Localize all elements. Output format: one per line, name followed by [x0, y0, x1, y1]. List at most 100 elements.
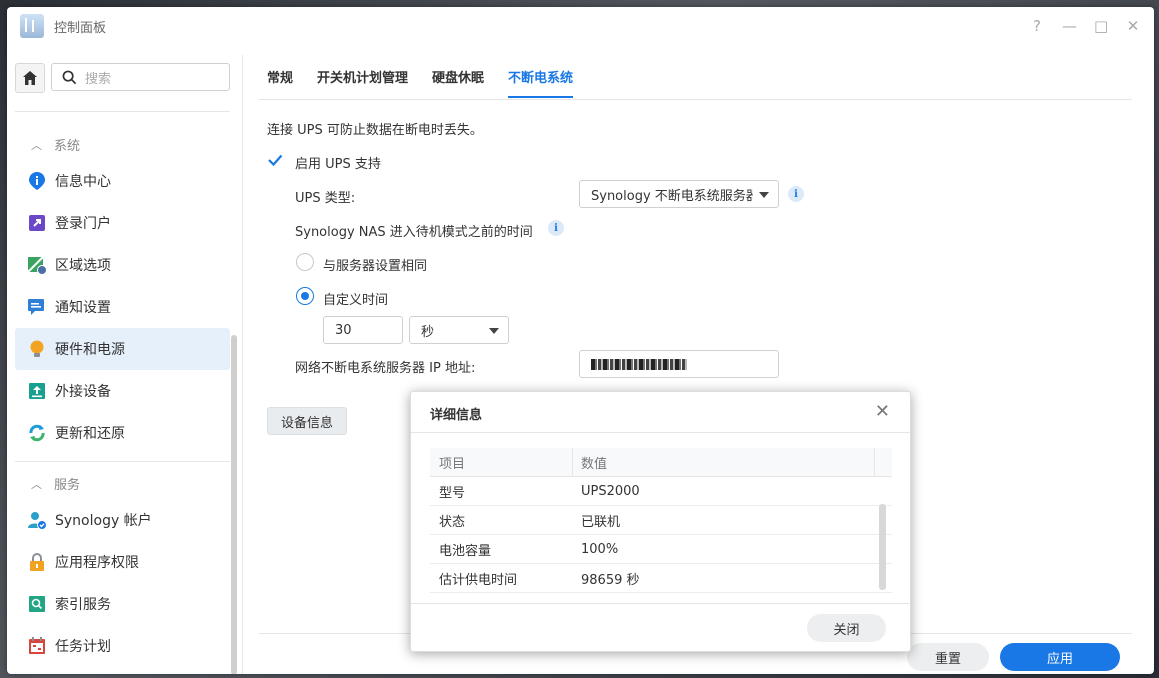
- close-icon[interactable]: ✕: [1126, 17, 1140, 35]
- sidebar-item-label: 区域选项: [55, 258, 111, 274]
- sidebar: 搜索 ︿ 系统 信息中心 登录门户 区域选项 通知设置 硬件和电源 外接设备 更…: [7, 55, 243, 674]
- details-table: 项目 数值 型号 UPS2000 状态 已联机 电池容量 100% 估计供电时间…: [430, 448, 892, 593]
- region-map-icon: [27, 256, 47, 275]
- standby-info-icon[interactable]: i: [548, 220, 564, 236]
- close-icon[interactable]: ✕: [875, 401, 890, 422]
- chevron-down-icon: [489, 328, 499, 334]
- home-button[interactable]: [15, 63, 45, 93]
- group-header-services[interactable]: ︿ 服务: [31, 474, 80, 494]
- sidebar-item-label: 通知设置: [55, 300, 111, 316]
- option-same-label: 与服务器设置相同: [323, 259, 428, 274]
- ups-description: 连接 UPS 可防止数据在断电时丢失。: [267, 123, 483, 138]
- tab-hdd-hibernation[interactable]: 硬盘休眠: [432, 67, 484, 98]
- sidebar-item-notification[interactable]: 通知设置: [15, 286, 230, 328]
- option-custom-label: 自定义时间: [323, 293, 389, 308]
- group-label: 系统: [54, 139, 81, 154]
- details-dialog: 详细信息 ✕ 项目 数值 型号 UPS2000 状态 已联机 电池容量 100%…: [410, 391, 911, 652]
- sidebar-item-external-devices[interactable]: 外接设备: [15, 370, 230, 412]
- lightbulb-icon: [30, 340, 44, 357]
- table-row: 电池容量 100%: [430, 535, 892, 564]
- sidebar-item-label: 索引服务: [55, 597, 111, 613]
- upload-device-icon: [29, 383, 45, 399]
- row-value: 已联机: [581, 514, 621, 530]
- tab-bar: 常规 开关机计划管理 硬盘休眠 不断电系统: [267, 67, 574, 98]
- sidebar-item-synology-account[interactable]: Synology 帐户: [15, 499, 230, 541]
- reset-button[interactable]: 重置: [907, 643, 989, 671]
- chevron-up-icon: ︿: [31, 477, 42, 491]
- tab-divider: [259, 99, 1132, 100]
- custom-time-input[interactable]: 30: [323, 316, 403, 344]
- dialog-footer-divider: [411, 603, 910, 604]
- row-value: UPS2000: [581, 483, 640, 499]
- server-ip-label: 网络不断电系统服务器 IP 地址:: [295, 361, 476, 376]
- lock-icon: [30, 553, 44, 571]
- chevron-up-icon: ︿: [31, 138, 42, 152]
- sidebar-item-info-center[interactable]: 信息中心: [15, 160, 230, 202]
- dialog-close-button[interactable]: 关闭: [807, 614, 886, 642]
- ups-type-select[interactable]: Synology 不断电系统服务器: [579, 180, 779, 208]
- row-item: 型号: [439, 485, 466, 501]
- sidebar-item-label: Synology 帐户: [55, 513, 152, 529]
- ups-type-value: Synology 不断电系统服务器: [591, 188, 753, 204]
- column-header-item: 项目: [430, 448, 573, 476]
- tab-general[interactable]: 常规: [267, 67, 293, 98]
- redacted-ip-value: [591, 358, 687, 370]
- user-check-icon: [28, 512, 47, 530]
- maximize-icon[interactable]: □: [1094, 17, 1108, 35]
- sidebar-item-indexing[interactable]: 索引服务: [15, 583, 230, 625]
- row-value: 100%: [581, 541, 619, 557]
- sidebar-item-label: 外接设备: [55, 384, 111, 400]
- row-item: 估计供电时间: [439, 572, 518, 588]
- dialog-header-divider: [411, 432, 910, 433]
- time-unit-value: 秒: [421, 324, 435, 340]
- row-value: 98659 秒: [581, 572, 640, 588]
- radio-custom-time[interactable]: [296, 287, 314, 305]
- ups-type-label: UPS 类型:: [295, 191, 356, 206]
- sidebar-item-app-privileges[interactable]: 应用程序权限: [15, 541, 230, 583]
- sidebar-divider: [15, 461, 230, 462]
- enable-ups-label: 启用 UPS 支持: [295, 157, 381, 172]
- sidebar-item-login-portal[interactable]: 登录门户: [15, 202, 230, 244]
- search-input[interactable]: 搜索: [51, 63, 230, 91]
- table-row: 估计供电时间 98659 秒: [430, 564, 892, 593]
- chevron-down-icon: [759, 192, 769, 198]
- sidebar-item-region[interactable]: 区域选项: [15, 244, 230, 286]
- sidebar-item-update-restore[interactable]: 更新和还原: [15, 412, 230, 454]
- enable-ups-checkbox[interactable]: [267, 152, 283, 168]
- calendar-icon: [29, 637, 45, 654]
- device-info-button[interactable]: 设备信息: [267, 407, 347, 435]
- server-ip-input[interactable]: [579, 350, 779, 378]
- table-scrollbar[interactable]: [879, 504, 886, 590]
- sidebar-item-label: 更新和还原: [55, 426, 125, 442]
- tab-power-schedule[interactable]: 开关机计划管理: [317, 67, 408, 98]
- radio-same-as-server[interactable]: [296, 253, 314, 271]
- column-header-value: 数值: [573, 448, 875, 476]
- sidebar-item-label: 信息中心: [55, 174, 111, 190]
- title-bar: 控制面板 ? — □ ✕: [7, 7, 1154, 45]
- table-row: 型号 UPS2000: [430, 477, 892, 506]
- apply-button[interactable]: 应用: [1000, 643, 1120, 671]
- chat-bubble-icon: [28, 299, 44, 315]
- tab-ups[interactable]: 不断电系统: [508, 67, 574, 98]
- control-panel-app-icon: [20, 14, 44, 38]
- checkmark-icon: [268, 154, 283, 167]
- sidebar-scrollbar[interactable]: [231, 335, 237, 674]
- dialog-title: 详细信息: [430, 408, 483, 423]
- table-header: 项目 数值: [430, 448, 892, 477]
- window-controls: ? — □ ✕: [1030, 17, 1140, 35]
- row-item: 电池容量: [439, 543, 492, 559]
- index-search-icon: [29, 596, 45, 612]
- custom-time-value: 30: [335, 322, 352, 338]
- login-portal-icon: [29, 215, 45, 231]
- help-icon[interactable]: ?: [1030, 17, 1044, 35]
- minimize-icon[interactable]: —: [1062, 17, 1077, 35]
- sidebar-item-hardware-power[interactable]: 硬件和电源: [15, 328, 230, 370]
- time-unit-select[interactable]: 秒: [409, 316, 509, 344]
- group-header-system[interactable]: ︿ 系统: [31, 135, 81, 155]
- home-icon: [23, 71, 37, 85]
- sidebar-item-label: 登录门户: [55, 216, 111, 232]
- sidebar-item-label: 硬件和电源: [55, 342, 125, 358]
- ups-type-info-icon[interactable]: i: [788, 186, 804, 202]
- search-icon: [62, 70, 77, 84]
- sidebar-item-task-scheduler[interactable]: 任务计划: [15, 625, 230, 667]
